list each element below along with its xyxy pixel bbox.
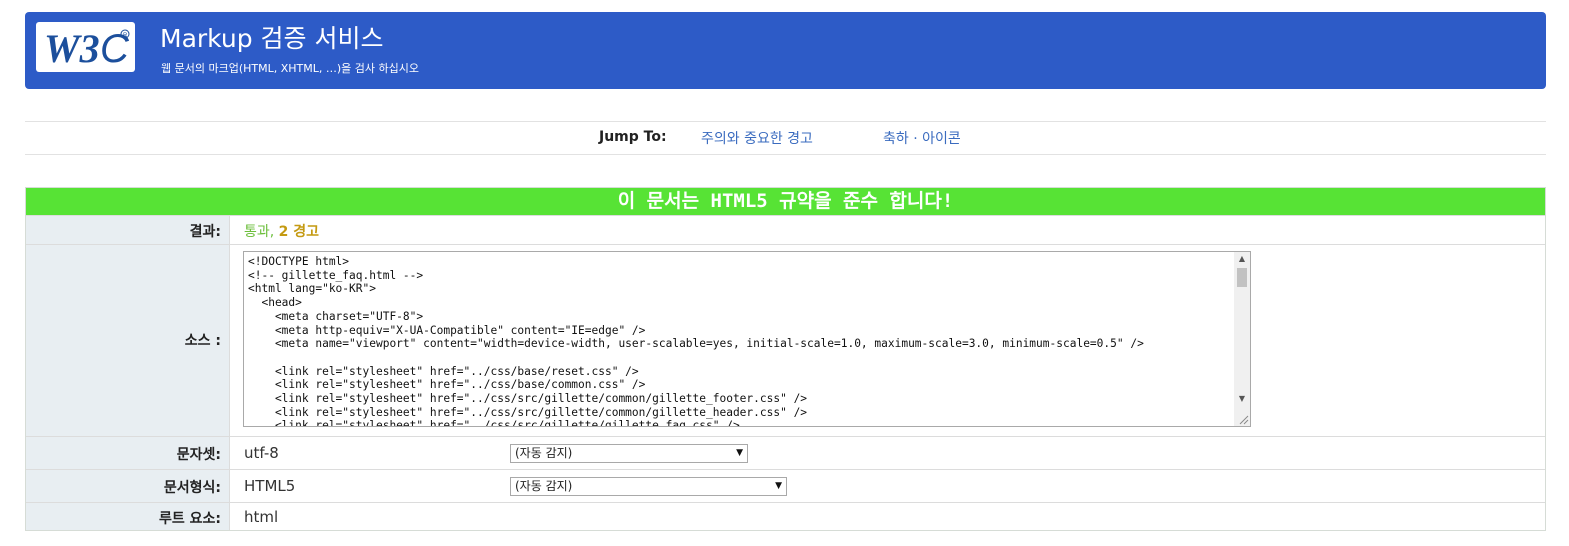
jump-bar: Jump To: 주의와 중요한 경고 축하 · 아이콘	[25, 121, 1546, 155]
result-label: 결과:	[189, 224, 221, 240]
charset-label: 문자셋:	[176, 447, 221, 463]
result-row: 결과: 통과, 2 경고	[26, 215, 1545, 244]
svg-text:R: R	[123, 33, 128, 39]
resize-grip-icon[interactable]	[1237, 413, 1249, 425]
doctype-label: 문서형식:	[163, 480, 221, 496]
root-label-cell: 루트 요소:	[26, 503, 230, 530]
svg-text:W3: W3	[44, 26, 100, 69]
doctype-label-cell: 문서형식:	[26, 470, 230, 502]
charset-row: 문자셋: utf-8 (자동 감지) ▼	[26, 436, 1545, 469]
source-textarea[interactable]: <!DOCTYPE html> <!-- gillette_faq.html -…	[243, 251, 1251, 427]
page-subtitle: 웹 문서의 마크업(HTML, XHTML, …)을 검사 하십시오	[161, 62, 419, 75]
source-label-cell: 소스 :	[26, 245, 230, 436]
doctype-row: 문서형식: HTML5 (자동 감지) ▼	[26, 469, 1545, 502]
charset-value: utf-8	[244, 444, 279, 462]
root-label: 루트 요소:	[159, 511, 221, 527]
result-table: 이 문서는 HTML5 규약을 준수 합니다! 결과: 통과, 2 경고 소스 …	[25, 187, 1546, 531]
source-row: 소스 : <!DOCTYPE html> <!-- gillette_faq.h…	[26, 244, 1545, 436]
source-code: <!DOCTYPE html> <!-- gillette_faq.html -…	[248, 255, 1144, 427]
jump-label: Jump To:	[599, 129, 667, 145]
charset-label-cell: 문자셋:	[26, 437, 230, 469]
source-scrollbar[interactable]: ▲ ▼	[1234, 252, 1250, 426]
chevron-down-icon: ▼	[775, 481, 782, 491]
result-value: 통과, 2 경고	[244, 221, 319, 241]
scroll-down-icon[interactable]: ▼	[1234, 392, 1250, 406]
doctype-select[interactable]: (자동 감지) ▼	[510, 477, 787, 496]
chevron-down-icon: ▼	[736, 448, 743, 458]
charset-select[interactable]: (자동 감지) ▼	[510, 444, 748, 463]
jump-link-notes-warnings[interactable]: 주의와 중요한 경고	[701, 128, 813, 148]
charset-select-value: (자동 감지)	[515, 446, 573, 460]
result-label-cell: 결과:	[26, 216, 230, 244]
doctype-select-value: (자동 감지)	[515, 479, 573, 493]
header-banner: W3 C R Markup 검증 서비스 웹 문서의 마크업(HTML, XHT…	[25, 12, 1546, 89]
warning-count-link[interactable]: 2 경고	[279, 224, 319, 240]
pass-text: 통과,	[244, 224, 275, 240]
root-element-row: 루트 요소: html	[26, 502, 1545, 530]
jump-link-congrats-icons[interactable]: 축하 · 아이콘	[883, 128, 961, 148]
validation-status-banner: 이 문서는 HTML5 규약을 준수 합니다!	[26, 188, 1545, 215]
w3c-logo-icon: W3 C R	[44, 26, 130, 69]
source-label: 소스 :	[184, 333, 221, 349]
doctype-value: HTML5	[244, 477, 296, 495]
w3c-logo[interactable]: W3 C R	[36, 22, 135, 72]
page-title: Markup 검증 서비스	[160, 24, 384, 53]
root-value: html	[244, 508, 279, 526]
scroll-thumb[interactable]	[1237, 268, 1247, 287]
scroll-up-icon[interactable]: ▲	[1234, 252, 1250, 266]
